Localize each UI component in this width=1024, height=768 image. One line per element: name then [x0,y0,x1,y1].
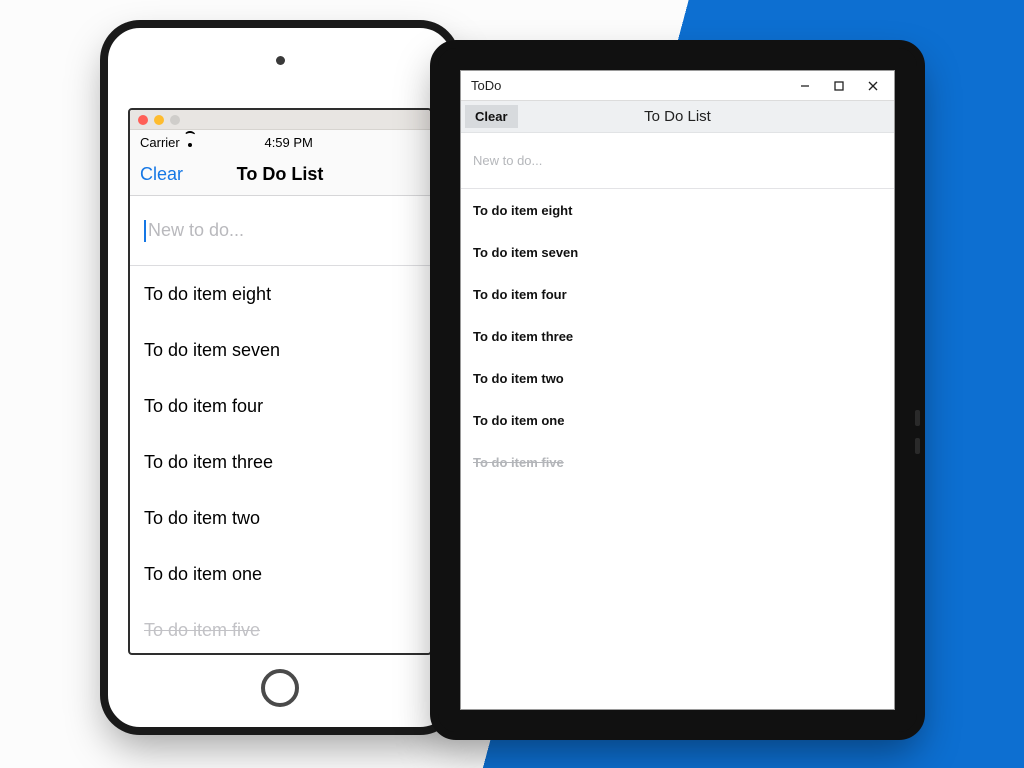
status-time: 4:59 PM [264,135,312,150]
page-title: To Do List [461,108,894,125]
text-caret-icon [144,220,146,242]
new-todo-input[interactable]: New to do... [148,220,244,241]
new-todo-input[interactable] [473,153,882,168]
window-title: ToDo [471,78,501,93]
tablet-device: ToDo Clear To Do List [430,40,925,740]
list-item[interactable]: To do item one [461,399,894,441]
traffic-light-zoom-icon[interactable] [170,115,180,125]
window-minimize-icon[interactable] [788,72,822,100]
list-item[interactable]: To do item seven [130,322,430,378]
list-item[interactable]: To do item eight [461,189,894,231]
traffic-light-minimize-icon[interactable] [154,115,164,125]
list-item[interactable]: To do item two [130,490,430,546]
wifi-icon [183,137,197,147]
ios-screen: Carrier 4:59 PM Clear To Do List New to … [128,108,432,655]
ios-status-bar: Carrier 4:59 PM [130,130,430,154]
ios-todo-list: To do item eight To do item seven To do … [130,266,430,653]
traffic-light-close-icon[interactable] [138,115,148,125]
device-camera [276,56,285,65]
list-item[interactable]: To do item four [461,273,894,315]
ipad-device: Carrier 4:59 PM Clear To Do List New to … [100,20,460,735]
list-item[interactable]: To do item three [461,315,894,357]
windows-toolbar: Clear To Do List [461,101,894,133]
list-item[interactable]: To do item one [130,546,430,602]
list-item[interactable]: To do item seven [461,231,894,273]
list-item[interactable]: To do item three [130,434,430,490]
new-todo-row[interactable] [461,133,894,189]
window-close-icon[interactable] [856,72,890,100]
window-titlebar[interactable]: ToDo [461,71,894,101]
simulator-titlebar [130,110,430,130]
device-side-button [915,438,920,454]
list-item[interactable]: To do item two [461,357,894,399]
windows-todo-list: To do item eight To do item seven To do … [461,189,894,709]
new-todo-row[interactable]: New to do... [130,196,430,266]
windows-screen: ToDo Clear To Do List [460,70,895,710]
list-item[interactable]: To do item five [130,602,430,653]
clear-button[interactable]: Clear [130,164,183,185]
list-item[interactable]: To do item five [461,441,894,483]
carrier-label: Carrier [140,135,197,150]
home-button[interactable] [261,669,299,707]
ios-navbar: Clear To Do List [130,154,430,196]
clear-button[interactable]: Clear [465,105,518,128]
list-item[interactable]: To do item four [130,378,430,434]
list-item[interactable]: To do item eight [130,266,430,322]
window-maximize-icon[interactable] [822,72,856,100]
device-side-button [915,410,920,426]
